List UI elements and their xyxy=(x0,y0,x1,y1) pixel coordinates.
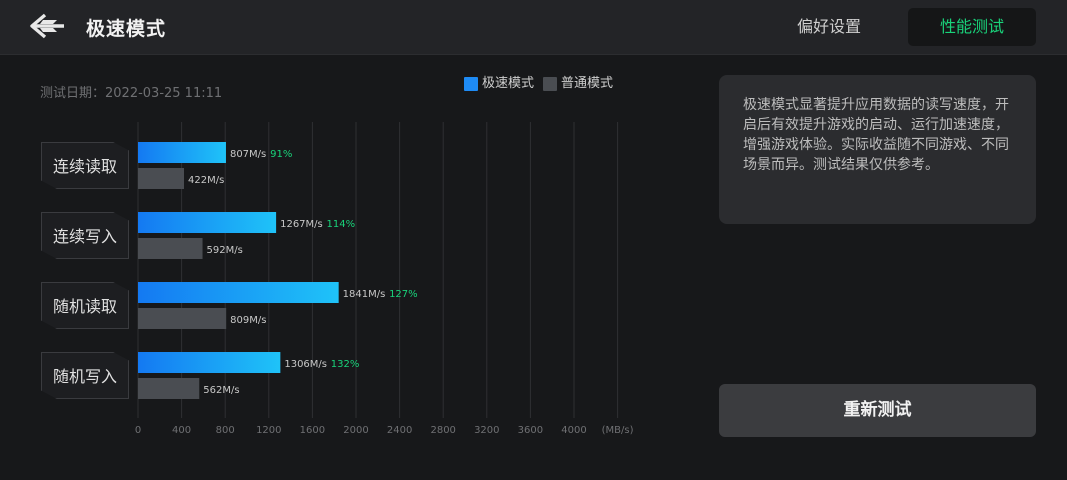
improvement-label: 114% xyxy=(327,219,356,230)
tab-preferences[interactable]: 偏好设置 xyxy=(780,8,878,46)
x-tick-label: 3600 xyxy=(518,425,543,436)
retest-button[interactable]: 重新测试 xyxy=(719,384,1036,437)
x-tick-label: 1200 xyxy=(256,425,281,436)
data-label-normal: 562M/s xyxy=(203,385,239,396)
x-tick-label: 3200 xyxy=(474,425,499,436)
x-tick-label: 1600 xyxy=(300,425,325,436)
x-tick-label: 2000 xyxy=(343,425,368,436)
x-tick-label: 2400 xyxy=(387,425,412,436)
bar-fast xyxy=(138,212,277,233)
data-label-normal: 592M/s xyxy=(207,245,243,256)
data-label-fast: 1267M/s xyxy=(280,219,323,230)
data-label-normal: 809M/s xyxy=(230,315,266,326)
data-label-fast: 807M/s xyxy=(230,149,266,160)
tab-performance-test[interactable]: 性能测试 xyxy=(908,8,1036,46)
x-tick-label: 0 xyxy=(135,425,141,436)
improvement-label: 91% xyxy=(270,149,292,160)
x-tick-label: 800 xyxy=(216,425,235,436)
bar-normal xyxy=(138,308,227,329)
speed-bar-chart: 807M/s 91%422M/s1267M/s 114%592M/s1841M/s 1… xyxy=(135,122,634,436)
description-card: 极速模式显著提升应用数据的读写速度，开启后有效提升游戏的启动、运行加速速度，增强… xyxy=(719,75,1036,224)
bar-normal xyxy=(138,378,200,399)
x-tick-label: 2800 xyxy=(430,425,455,436)
improvement-label: 132% xyxy=(331,359,360,370)
x-tick-label: 4000 xyxy=(561,425,586,436)
bar-normal xyxy=(138,168,184,189)
bar-fast xyxy=(138,282,339,303)
bar-normal xyxy=(138,238,203,259)
x-tick-label: 400 xyxy=(172,425,191,436)
improvement-label: 127% xyxy=(389,289,418,300)
bar-fast xyxy=(138,142,226,163)
data-label-normal: 422M/s xyxy=(188,175,224,186)
data-label-fast: 1306M/s xyxy=(284,359,327,370)
bar-fast xyxy=(138,352,281,373)
data-label-fast: 1841M/s xyxy=(343,289,386,300)
description-text: 极速模式显著提升应用数据的读写速度，开启后有效提升游戏的启动、运行加速速度，增强… xyxy=(743,97,1009,173)
x-unit-label: (MB/s) xyxy=(602,425,634,436)
